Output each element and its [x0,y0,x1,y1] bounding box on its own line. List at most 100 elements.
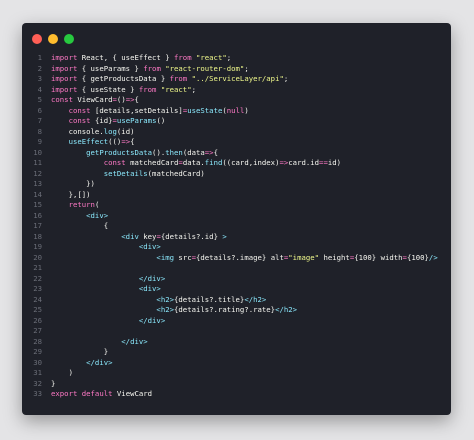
line-number: 33 [33,389,42,398]
code-token: => [121,137,131,146]
code-token: { getProductsData } [77,74,170,83]
code-text: </div> [51,316,165,327]
code-token: { useParams } [77,63,144,73]
code-token: React, { useEffect } [77,53,175,62]
line-number: 29 [33,347,42,356]
code-line: 24 <h2>{details?.title}</h2> [22,295,451,306]
code-token: from [174,53,192,62]
code-token: {details?.image} [196,252,267,262]
code-token: } [51,347,109,356]
code-line: 15 return( [22,200,451,211]
code-text: }) [51,179,95,190]
code-token: src [174,252,192,262]
code-token: ViewCard [72,95,113,104]
code-line: 21 [22,263,451,274]
code-line: 26 </div> [22,316,451,327]
code-text: import React, { useEffect } from "react"… [51,53,231,64]
code-token: (). [152,147,166,157]
code-line: 5 const ViewCard=()=>{ [22,95,451,106]
code-text: <div key={details?.id} > [51,232,227,243]
code-line: 13 }) [22,179,451,190]
code-line: 16 <div> [22,211,451,222]
code-token: useParams [116,116,157,125]
code-editor[interactable]: 1 import React, { useEffect } from "react… [22,53,451,400]
code-line: 18 <div key={details?.id} > [22,232,451,243]
code-token: {details?.title} [174,294,245,304]
line-number: 23 [33,284,42,293]
close-dot[interactable] [32,34,42,44]
code-token: => [125,95,135,104]
code-text: <img src={details?.image} alt="image" he… [51,252,438,264]
code-text: { [51,221,108,232]
code-line: 22 </div> [22,274,451,285]
code-token: {details?.id} [160,231,223,241]
code-token: () [116,95,126,104]
code-token: == [319,158,328,167]
line-number: 31 [33,368,42,377]
code-token: {id} [90,116,113,125]
code-token: <h2> [51,305,175,314]
line-number: 26 [33,315,42,325]
code-text: </div> [51,357,113,369]
code-line: 4 import { useState } from "react"; [22,85,451,96]
line-number: 11 [33,158,42,167]
code-token: { [213,147,218,157]
code-text: } [51,347,108,358]
code-text: useEffect(()=>{ [51,137,135,148]
code-token: "../ServiceLayer/api" [187,74,284,83]
maximize-dot[interactable] [64,34,74,44]
code-token: setDetails [51,168,148,178]
code-token: {details?.rating?.rate} [174,305,276,314]
code-token: return [51,200,95,209]
code-line: 2 import { useParams } from "react-router… [22,64,451,75]
code-text: const {id}=useParams() [51,116,166,127]
code-token: height [319,252,350,262]
code-line: 30 </div> [22,358,451,369]
code-token: {100} [406,252,429,262]
code-token: const [51,158,126,167]
code-line: 20 <img src={details?.image} alt="image"… [22,253,451,264]
code-token: ) [51,368,73,377]
code-token: { useState } [77,84,139,94]
code-token: const [51,95,73,104]
minimize-dot[interactable] [48,34,58,44]
code-token: then [165,147,183,157]
code-line: 6 const [details,setDetails]=useState(nu… [22,106,451,117]
code-token: ; [283,74,289,83]
code-line: 28 </div> [22,337,451,348]
code-text: return( [51,200,100,211]
code-token: },[]) [51,189,91,199]
code-token: getProductsData [51,147,153,157]
code-line: 10 getProductsData().then(data=>{ [22,148,451,159]
code-token: default [77,389,113,398]
line-number: 4 [37,84,42,94]
code-line: 3 import { getProductsData } from "../Ser… [22,74,451,85]
code-token: ( [94,200,100,209]
code-text: <div> [51,211,108,222]
code-token: > [222,231,227,241]
code-text: setDetails(matchedCard) [51,169,205,180]
line-number: 22 [33,273,42,283]
line-number: 10 [33,147,42,157]
code-token: ; [191,84,197,94]
code-token: </div> [51,336,148,346]
code-line: 8 console.log(id) [22,127,451,138]
code-token: { [134,95,139,104]
code-token: /> [428,252,438,262]
line-number: 18 [33,231,42,241]
line-number: 2 [37,63,42,73]
code-token: </div> [51,357,113,367]
code-line: 12 setDetails(matchedCard) [22,169,451,180]
code-token: from [169,74,188,83]
code-token: matchedCard [125,158,179,167]
code-text: </div> [51,336,148,348]
code-token: width [376,252,403,262]
code-text: <div> [51,284,161,295]
line-number: 6 [37,105,42,115]
code-token: "image" [288,252,320,262]
line-number: 3 [37,74,42,83]
code-token: { [51,221,109,230]
line-number: 32 [33,378,42,388]
code-text: <div> [51,242,161,253]
code-token: {100} [354,252,377,262]
